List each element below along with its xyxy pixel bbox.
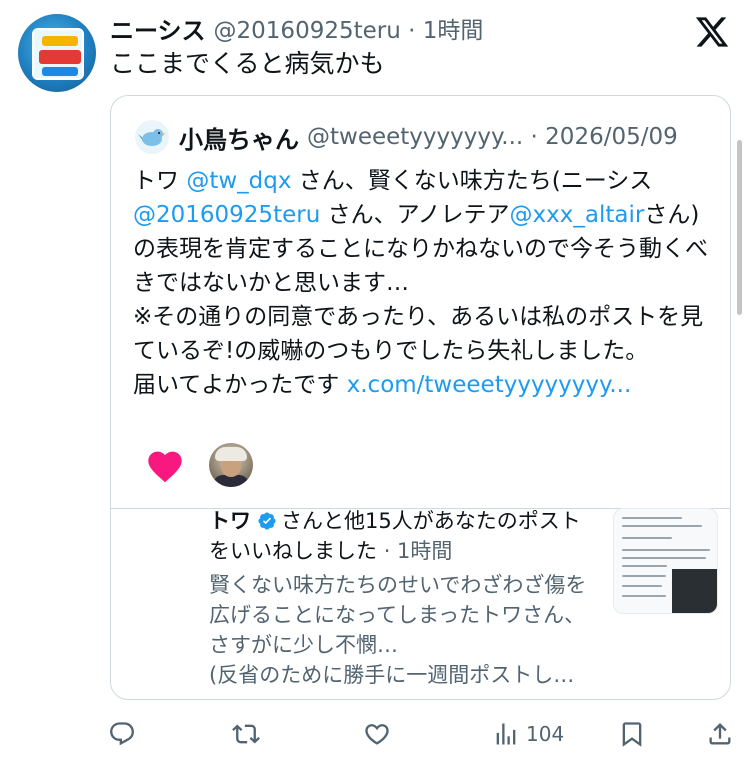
bookmark-button[interactable] — [618, 716, 646, 752]
quote-author-name[interactable]: 小鳥ちゃん — [179, 120, 299, 155]
like-button[interactable] — [363, 716, 391, 752]
repost-button[interactable] — [232, 716, 260, 752]
views-button[interactable]: 104 — [492, 716, 564, 752]
share-icon — [709, 723, 731, 745]
quote-author-avatar[interactable] — [135, 120, 169, 154]
quote-text: トワ @tw_dqx さん、賢くない味方たち(ニーシス @20160925ter… — [133, 168, 708, 398]
quote-header: 小鳥ちゃん @tweeetyyyyyyy... · 2026/05/09 — [135, 120, 678, 154]
post-thumbnail — [613, 508, 718, 614]
url-link[interactable]: x.com/tweeetyyyyyyyy... — [347, 372, 632, 398]
verified-badge-icon — [258, 512, 276, 530]
author-avatar[interactable] — [18, 14, 96, 92]
quoted-post[interactable]: 小鳥ちゃん @tweeetyyyyyyy... · 2026/05/09 トワ … — [110, 95, 731, 700]
like-notification-preview: 賢くない味方たちのせいでわざわざ傷を広げることになってしまったトワさん、さすがに… — [209, 573, 587, 687]
avatar-image — [32, 28, 84, 80]
x-logo-icon[interactable] — [694, 14, 730, 50]
mention-link[interactable]: @xxx_altair — [510, 202, 645, 228]
tweet-text: ここまでくると病気かも — [110, 49, 385, 78]
like-notification-text: トワ さんと他15人があなたのポストをいいねしました · 1時間 — [209, 509, 581, 563]
tweet-time[interactable]: 1時間 — [423, 18, 484, 44]
liker-avatar — [209, 443, 253, 487]
author-name[interactable]: ニーシス — [110, 11, 206, 46]
bookmark-icon — [622, 722, 642, 747]
repost-icon — [232, 724, 260, 744]
quote-author-handle[interactable]: @tweeetyyyyyyy... · 2026/05/09 — [307, 124, 678, 150]
reply-icon — [110, 722, 134, 746]
scrollbar[interactable] — [737, 140, 742, 315]
mention-link[interactable]: @20160925teru — [133, 202, 320, 228]
views-count: 104 — [526, 722, 565, 746]
reply-button[interactable] — [108, 716, 136, 752]
tweet-header: ニーシス @20160925teru · 1時間 — [110, 11, 484, 46]
quote-date: 2026/05/09 — [545, 124, 678, 150]
action-bar: 104 — [108, 716, 734, 752]
bird-icon — [138, 129, 166, 146]
share-button[interactable] — [706, 716, 734, 752]
mention-link[interactable]: @tw_dqx — [186, 168, 291, 194]
like-icon — [365, 724, 389, 745]
views-icon — [496, 723, 516, 745]
author-handle[interactable]: @20160925teru · 1時間 — [214, 11, 484, 45]
heart-icon — [148, 451, 182, 483]
